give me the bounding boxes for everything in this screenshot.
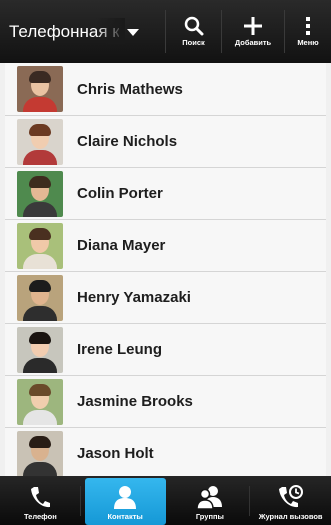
menu-button[interactable]: Меню (285, 0, 331, 63)
call-history-icon (278, 485, 303, 508)
contact-name: Claire Nichols (77, 133, 178, 150)
contact-name: Irene Leung (77, 341, 163, 358)
tab-phone[interactable]: Телефон (0, 476, 81, 525)
search-button-label: Поиск (182, 38, 205, 47)
account-selector[interactable]: Телефонная книга (0, 0, 165, 63)
contact-photo[interactable] (17, 378, 63, 425)
contact-row[interactable]: Jason Holt (5, 428, 326, 476)
contact-name: Colin Porter (77, 185, 163, 202)
search-button[interactable]: Поиск (166, 0, 221, 63)
phone-icon (31, 487, 51, 508)
person-icon (114, 486, 137, 509)
plus-icon (244, 17, 262, 35)
contact-photo[interactable] (17, 222, 63, 269)
menu-button-label: Меню (297, 38, 319, 47)
contact-photo[interactable] (17, 430, 63, 476)
contact-row[interactable]: Diana Mayer (5, 220, 326, 272)
group-icon (196, 486, 222, 509)
contact-row[interactable]: Jasmine Brooks (5, 376, 326, 428)
tab-call-history[interactable]: Журнал вызовов (250, 476, 331, 525)
contact-name: Diana Mayer (77, 237, 166, 254)
contact-row[interactable]: Claire Nichols (5, 116, 326, 168)
contact-name: Jason Holt (77, 445, 154, 462)
search-icon (184, 16, 203, 36)
action-bar: Телефонная книга Поиск Добавить (0, 0, 331, 63)
contact-name: Henry Yamazaki (77, 289, 191, 306)
contact-photo[interactable] (17, 274, 63, 321)
tab-contacts-label: Контакты (107, 512, 143, 521)
contact-row[interactable]: Henry Yamazaki (5, 272, 326, 324)
kebab-menu-icon (306, 17, 310, 35)
contact-row[interactable]: Colin Porter (5, 168, 326, 220)
bottom-tab-bar: Телефон Контакты Группы Журнал вызовов (0, 476, 331, 525)
tab-contacts[interactable]: Контакты (84, 478, 166, 525)
contact-name: Jasmine Brooks (77, 393, 193, 410)
phone-screen: Телефонная книга Поиск Добавить (0, 0, 331, 525)
contact-photo[interactable] (17, 326, 63, 373)
tab-groups[interactable]: Группы (170, 476, 251, 525)
contact-row[interactable]: Chris Mathews (5, 63, 326, 116)
contact-list[interactable]: Chris Mathews Claire Nichols Colin Porter D… (5, 63, 326, 476)
tab-groups-label: Группы (195, 512, 224, 521)
add-contact-button[interactable]: Добавить (222, 0, 284, 63)
contact-row[interactable]: Irene Leung (5, 324, 326, 376)
contact-photo[interactable] (17, 118, 63, 165)
contact-photo[interactable] (17, 66, 63, 112)
add-contact-label: Добавить (234, 38, 272, 47)
dropdown-caret-icon (127, 29, 139, 36)
contact-name: Chris Mathews (77, 80, 183, 98)
tab-call-history-label: Журнал вызовов (258, 512, 323, 521)
tab-phone-label: Телефон (23, 512, 57, 521)
contact-photo[interactable] (17, 170, 63, 217)
